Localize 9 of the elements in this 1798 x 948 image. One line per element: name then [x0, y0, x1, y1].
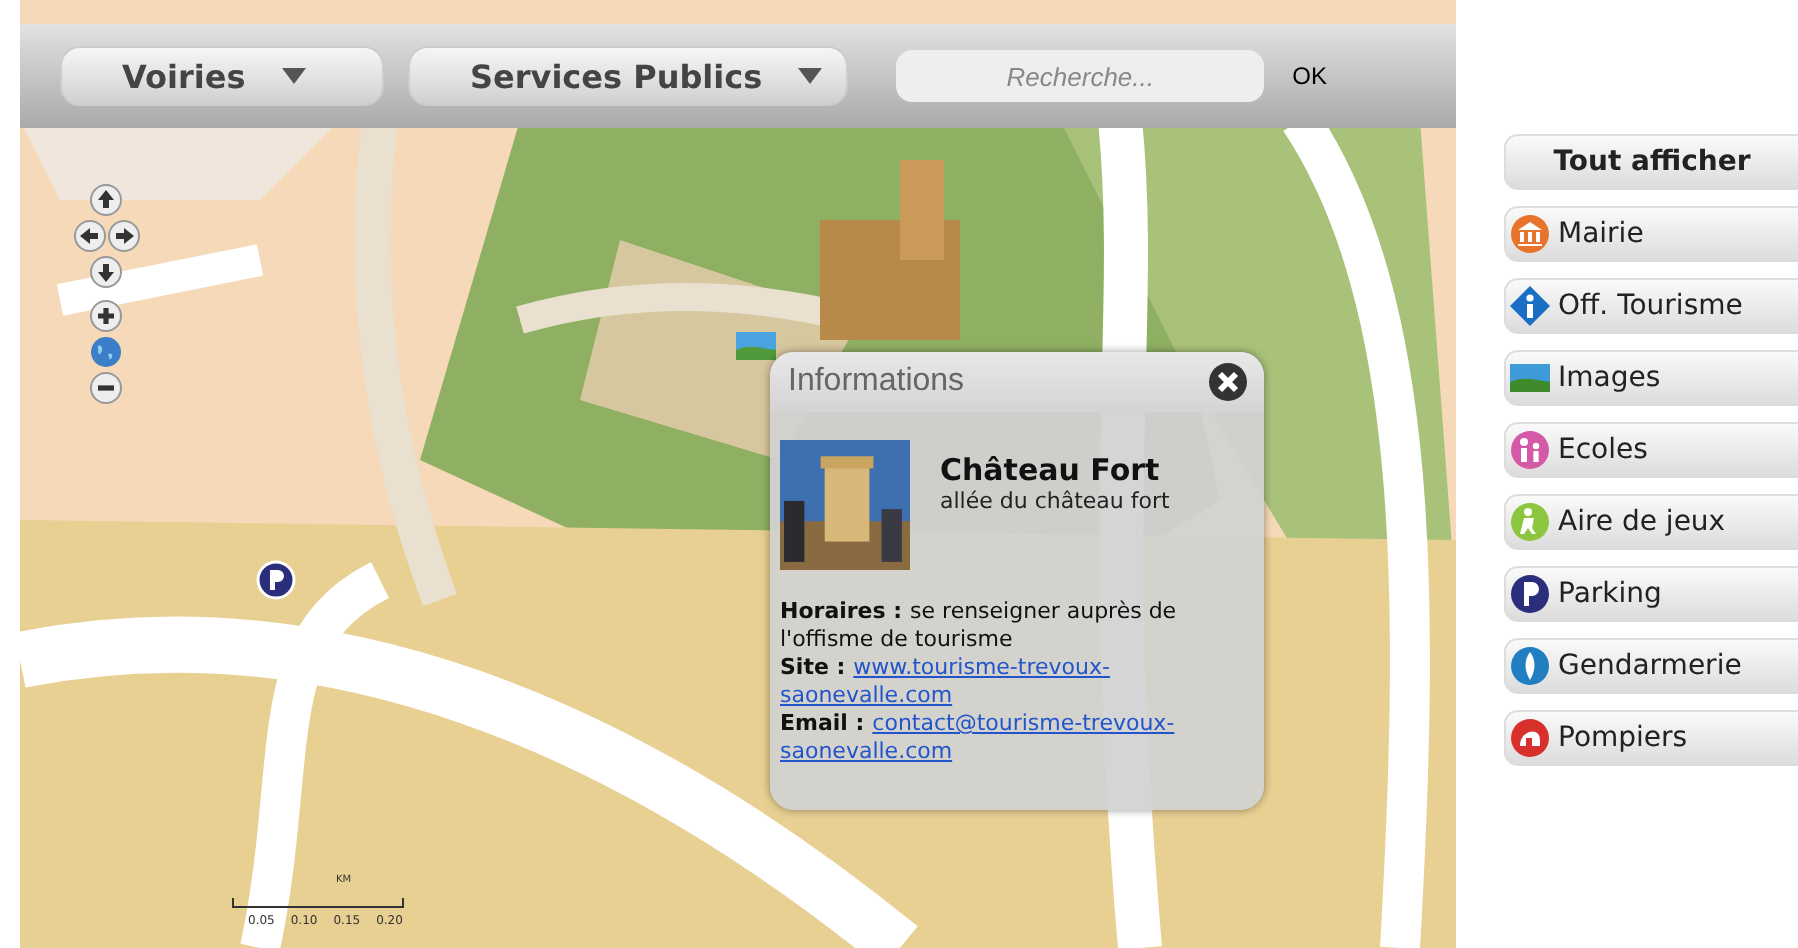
category-button[interactable]: Mairie — [1504, 206, 1798, 262]
category-button[interactable]: Ecoles — [1504, 422, 1798, 478]
show-all-button[interactable]: Tout afficher — [1504, 134, 1798, 190]
category-button[interactable]: Aire de jeux — [1504, 494, 1798, 550]
category-button[interactable]: Images — [1504, 350, 1798, 406]
category-button[interactable]: Pompiers — [1504, 710, 1798, 766]
category-button[interactable]: Parking — [1504, 566, 1798, 622]
category-button[interactable]: Off. Tourisme — [1504, 278, 1798, 334]
category-button[interactable]: Gendarmerie — [1504, 638, 1798, 694]
